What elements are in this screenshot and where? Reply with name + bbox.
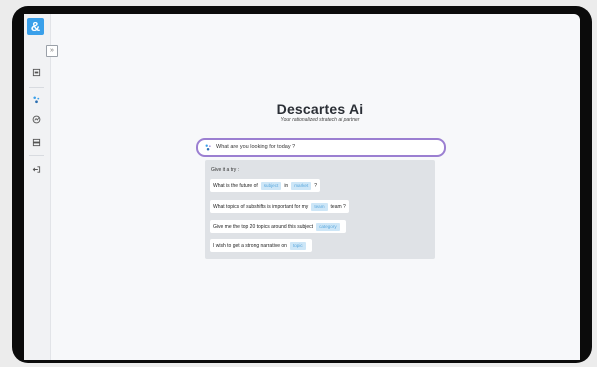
documents-icon[interactable]: [32, 68, 41, 77]
subject-chip[interactable]: subject: [260, 181, 282, 190]
app-logo[interactable]: &: [27, 18, 44, 35]
suggestion-prompt[interactable]: What is the future of subject in market …: [210, 179, 321, 192]
page-subtitle: Your rationalized stratech ai partner: [280, 117, 360, 123]
suggestion-prompt[interactable]: What topics of subshifts is important fo…: [210, 200, 349, 213]
sidebar-collapse-button[interactable]: »: [46, 45, 58, 57]
page-title: Descartes Ai: [276, 101, 364, 117]
analytics-icon[interactable]: [32, 115, 41, 124]
sparkle-icon: [205, 144, 211, 151]
topic-chip[interactable]: topic: [289, 241, 306, 250]
search-bar[interactable]: [196, 138, 446, 157]
sparkle-icon[interactable]: [32, 95, 41, 104]
suggestions-panel: Give it a try : What is the future of su…: [205, 160, 435, 259]
logout-icon[interactable]: [32, 165, 41, 174]
sidebar: &: [24, 14, 51, 360]
suggestion-prompt[interactable]: I wish to get a strong narrative on topi…: [210, 239, 312, 252]
search-input[interactable]: [216, 142, 431, 152]
market-chip[interactable]: market: [291, 181, 312, 190]
suggestion-prompt[interactable]: Give me the top 20 topics around this su…: [210, 220, 346, 233]
suggestions-title: Give it a try :: [211, 167, 240, 173]
sidebar-divider: [29, 155, 44, 156]
prompt-text: team ?: [330, 203, 346, 210]
prompt-text: Give me the top 20 topics around this su…: [213, 223, 314, 230]
database-icon[interactable]: [32, 138, 41, 147]
prompt-text: ?: [314, 182, 318, 189]
prompt-text: What is the future of: [213, 182, 258, 189]
prompt-text: in: [284, 182, 289, 189]
category-chip[interactable]: category: [316, 222, 340, 231]
sidebar-divider: [29, 87, 44, 88]
team-chip[interactable]: team: [311, 202, 328, 211]
prompt-text: I wish to get a strong narrative on: [213, 242, 287, 249]
prompt-text: What topics of subshifts is important fo…: [213, 203, 309, 210]
